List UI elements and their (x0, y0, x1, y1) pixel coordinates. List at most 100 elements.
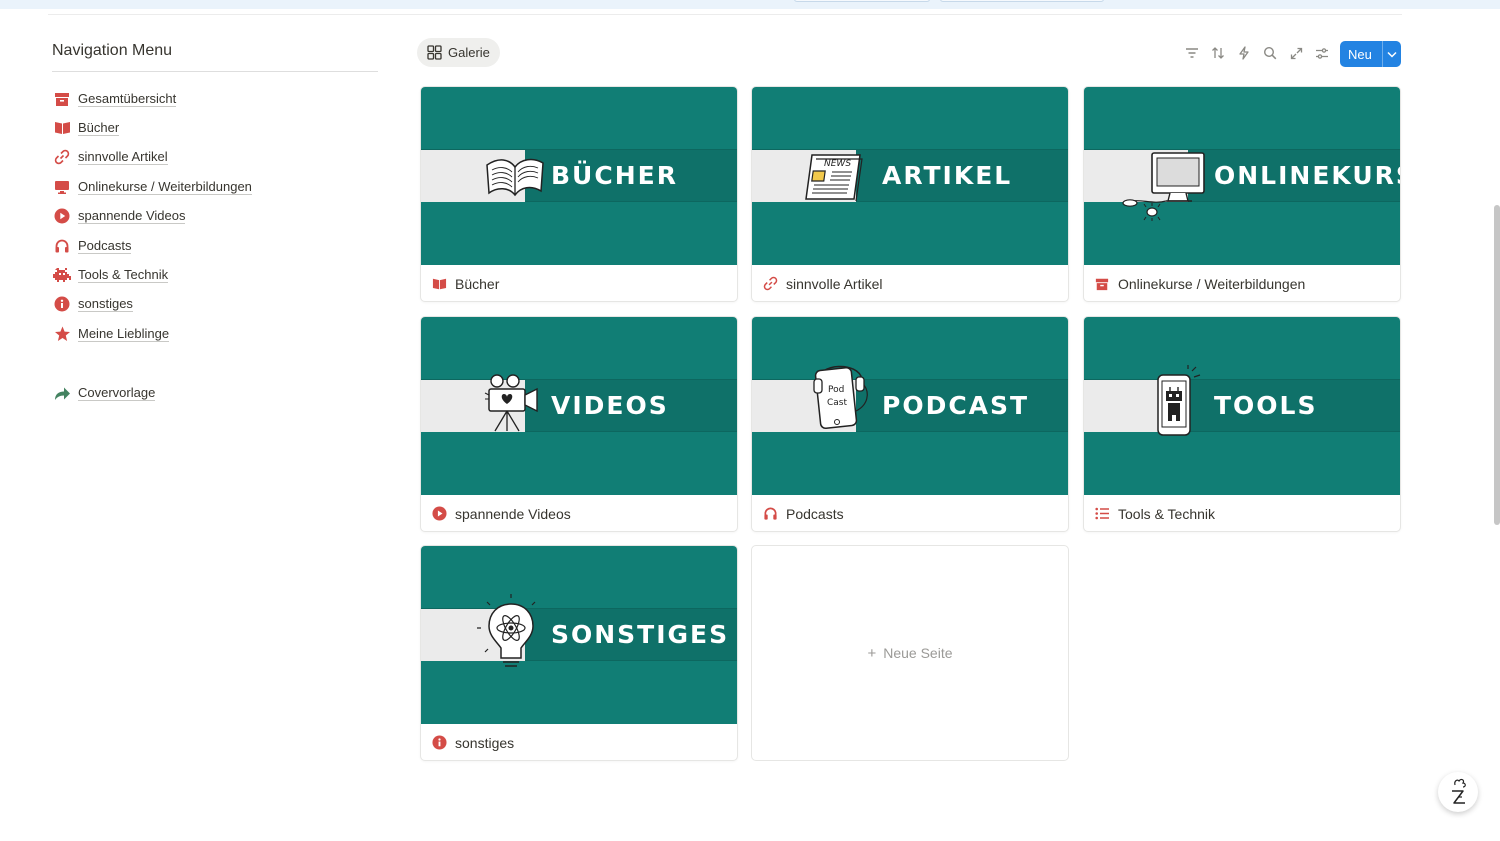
card-title: Podcasts (786, 505, 844, 522)
top-tab-stub (940, 0, 1104, 2)
headphones-icon (52, 236, 72, 256)
gallery-card-artikel[interactable]: NEWS ARTIKEL sinnvolle Artikel (751, 86, 1069, 302)
top-tab-stub (794, 0, 930, 2)
chevron-down-icon[interactable] (1383, 51, 1401, 58)
card-cover: TOOLS (1084, 317, 1400, 495)
nav-item-buecher[interactable]: Bücher (52, 113, 378, 142)
card-cover: Pod Cast PODCAST (752, 317, 1068, 495)
nav-item-label: sonstiges (78, 296, 133, 313)
card-caption: Podcasts (752, 495, 1068, 531)
card-cover: NEWS ARTIKEL (752, 87, 1068, 265)
newspaper-illustration-icon: NEWS (805, 154, 863, 202)
card-title: sonstiges (455, 734, 515, 751)
nav-item-label: Tools & Technik (78, 267, 169, 284)
card-caption: sinnvolle Artikel (752, 265, 1068, 301)
lightbulb-atom-illustration-icon (477, 594, 536, 667)
card-caption: Bücher (421, 265, 737, 301)
divider (48, 14, 1402, 15)
gallery-card-tools[interactable]: TOOLS Tools & Technik (1083, 316, 1401, 532)
nav-item-label: sinnvolle Artikel (78, 149, 168, 166)
automation-bolt-icon[interactable] (1235, 44, 1253, 62)
list-icon (1094, 506, 1110, 522)
nav-item-label: Onlinekurse / Weiterbildungen (78, 178, 252, 195)
space-invader-icon (52, 265, 72, 285)
open-book-illustration-icon (486, 158, 544, 197)
new-button[interactable]: Neu (1340, 41, 1401, 67)
archive-box-icon (1094, 276, 1110, 292)
headphones-icon (762, 506, 778, 522)
card-cover: SONSTIGES (421, 546, 737, 724)
filter-icon[interactable] (1183, 44, 1201, 62)
card-title: Onlinekurse / Weiterbildungen (1118, 275, 1306, 292)
card-caption: spannende Videos (421, 495, 737, 531)
nav-item-label: Meine Lieblinge (78, 325, 170, 342)
browser-top-strip (0, 0, 1500, 9)
open-book-icon (52, 118, 72, 138)
cover-title: PODCAST (882, 391, 1030, 420)
divider (52, 71, 378, 72)
nav-item-sonstiges[interactable]: sonstiges (52, 290, 378, 319)
navigation-menu: Navigation Menu Gesamtübersicht Bücher s… (52, 40, 378, 408)
nav-item-tools[interactable]: Tools & Technik (52, 260, 378, 289)
nav-item-lieblinge[interactable]: Meine Lieblinge (52, 319, 378, 348)
view-tab-galerie[interactable]: Galerie (417, 38, 500, 67)
card-title: Tools & Technik (1118, 505, 1216, 522)
nav-item-covervorlage[interactable]: Covervorlage (52, 379, 378, 408)
gallery-card-buecher[interactable]: BÜCHER Bücher (420, 86, 738, 302)
nav-item-label: Bücher (78, 120, 120, 137)
card-cover: ONLINEKURS (1084, 87, 1400, 265)
nav-item-podcasts[interactable]: Podcasts (52, 231, 378, 260)
sort-icon[interactable] (1209, 44, 1227, 62)
link-icon (52, 147, 72, 167)
nav-item-label: Podcasts (78, 237, 132, 254)
nav-list: Gesamtübersicht Bücher sinnvolle Artikel… (52, 84, 378, 408)
gallery-card-onlinekurse[interactable]: ONLINEKURS Onlinekurse / Weiterbildungen (1083, 86, 1401, 302)
podcast-illustration-text: Cast (827, 398, 847, 408)
link-icon (762, 276, 778, 292)
card-cover: VIDEOS (421, 317, 737, 495)
nav-item-label: Gesamtübersicht (78, 90, 177, 107)
spacer (52, 349, 378, 379)
cover-title: ONLINEKURS (1214, 161, 1401, 190)
star-icon (52, 324, 72, 344)
cover-title: ARTIKEL (882, 161, 1013, 190)
view-toolbar (1183, 44, 1331, 62)
expand-icon[interactable] (1287, 44, 1305, 62)
nav-item-videos[interactable]: spannende Videos (52, 202, 378, 231)
nav-item-label: spannende Videos (78, 208, 186, 225)
gallery-card-podcasts[interactable]: Pod Cast PODCAST Podcasts (751, 316, 1069, 532)
card-title: Bücher (455, 275, 500, 292)
podcast-phone-illustration-icon: Pod Cast (813, 365, 868, 429)
computer-illustration-icon (1122, 152, 1205, 221)
settings-sliders-icon[interactable] (1313, 44, 1331, 62)
monitor-icon (52, 177, 72, 197)
info-circle-icon (431, 735, 447, 751)
search-icon[interactable] (1261, 44, 1279, 62)
new-page-card[interactable]: + Neue Seite (751, 545, 1069, 761)
cover-title: VIDEOS (551, 391, 669, 420)
help-button[interactable] (1438, 772, 1478, 812)
view-tab-label: Galerie (448, 45, 490, 60)
cover-title: TOOLS (1214, 391, 1318, 420)
new-button-label: Neu (1348, 46, 1372, 62)
info-circle-icon (52, 294, 72, 314)
gallery-card-videos[interactable]: VIDEOS spannende Videos (420, 316, 738, 532)
archive-box-icon (52, 89, 72, 109)
nav-item-onlinekurse[interactable]: Onlinekurse / Weiterbildungen (52, 172, 378, 201)
podcast-illustration-text: Pod (828, 385, 844, 395)
new-page-label: Neue Seite (883, 645, 953, 661)
cover-title: SONSTIGES (551, 620, 730, 649)
card-caption: Onlinekurse / Weiterbildungen (1084, 265, 1400, 301)
card-cover: BÜCHER (421, 87, 737, 265)
nav-item-gesamtuebersicht[interactable]: Gesamtübersicht (52, 84, 378, 113)
scrollbar[interactable] (1494, 205, 1500, 525)
nav-item-label: Covervorlage (78, 385, 156, 402)
help-avatar-icon (1452, 778, 1466, 804)
nav-item-artikel[interactable]: sinnvolle Artikel (52, 143, 378, 172)
card-title: spannende Videos (455, 505, 571, 522)
card-caption: Tools & Technik (1084, 495, 1400, 531)
gallery-grid-icon (427, 45, 442, 60)
open-book-icon (431, 276, 447, 292)
plus-icon: + (867, 644, 877, 662)
gallery-card-sonstiges[interactable]: SONSTIGES sonstiges (420, 545, 738, 761)
